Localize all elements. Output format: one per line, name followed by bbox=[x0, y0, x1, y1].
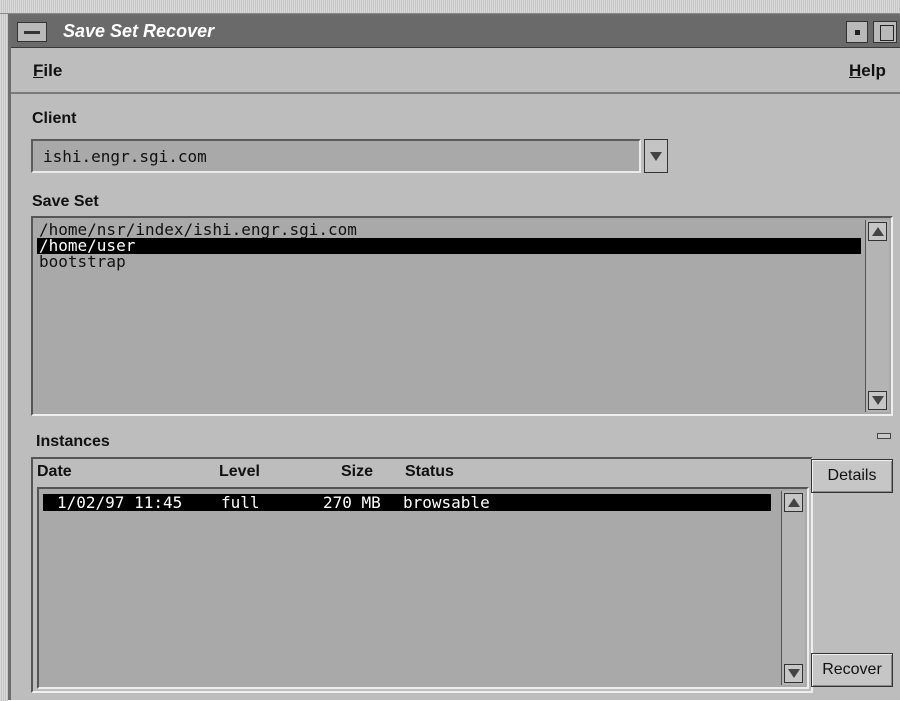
menu-bar: File Help bbox=[11, 49, 900, 94]
instances-header: Date Level Size Status bbox=[33, 459, 811, 487]
title-bar[interactable]: Save Set Recover bbox=[11, 16, 900, 48]
instance-date: 1/02/97 11:45 bbox=[57, 493, 183, 512]
details-button[interactable]: Details bbox=[811, 459, 893, 493]
triangle-down-icon bbox=[788, 669, 800, 678]
save-set-rows: /home/nsr/index/ishi.engr.sgi.com/home/u… bbox=[37, 222, 861, 410]
triangle-up-icon bbox=[872, 227, 884, 236]
client-field[interactable]: ishi.engr.sgi.com bbox=[31, 139, 641, 173]
save-set-recover-window: Save Set Recover File Help Client ishi.e… bbox=[8, 14, 900, 700]
window-menu-icon[interactable] bbox=[17, 22, 47, 42]
scroll-up-button[interactable] bbox=[784, 493, 803, 512]
triangle-down-icon bbox=[650, 152, 662, 161]
menu-file[interactable]: File bbox=[33, 61, 62, 81]
maximize-icon[interactable] bbox=[873, 21, 897, 43]
save-set-item[interactable]: /home/user bbox=[37, 238, 861, 254]
save-set-item[interactable]: bootstrap bbox=[37, 254, 861, 270]
menu-help-mnemonic: H bbox=[849, 61, 862, 80]
menu-file-mnemonic: F bbox=[33, 61, 44, 80]
pane-sash-handle[interactable] bbox=[877, 433, 891, 439]
save-set-scrollbar[interactable] bbox=[865, 220, 889, 412]
instance-level: full bbox=[221, 493, 260, 512]
client-dropdown-button[interactable] bbox=[644, 139, 668, 173]
scroll-down-button[interactable] bbox=[784, 664, 803, 683]
instances-list[interactable]: 1/02/97 11:45 full 270 MB browsable bbox=[37, 487, 809, 689]
minimize-icon[interactable] bbox=[846, 21, 868, 43]
save-set-list[interactable]: /home/nsr/index/ishi.engr.sgi.com/home/u… bbox=[31, 216, 893, 416]
instances-scrollbar[interactable] bbox=[781, 491, 805, 685]
scroll-down-button[interactable] bbox=[868, 391, 887, 410]
client-label: Client bbox=[32, 110, 77, 127]
column-header-size[interactable]: Size bbox=[341, 463, 373, 481]
instances-panel: Date Level Size Status 1/02/97 11:45 full… bbox=[31, 457, 813, 693]
menu-help-label: elp bbox=[861, 61, 886, 80]
save-set-item[interactable]: /home/nsr/index/ishi.engr.sgi.com bbox=[37, 222, 861, 238]
save-set-label: Save Set bbox=[32, 193, 99, 210]
column-header-level[interactable]: Level bbox=[219, 463, 260, 481]
menu-help[interactable]: Help bbox=[849, 61, 886, 81]
triangle-down-icon bbox=[872, 396, 884, 405]
scroll-up-button[interactable] bbox=[868, 222, 887, 241]
window-frame-left bbox=[0, 14, 8, 701]
instances-label: Instances bbox=[36, 433, 110, 450]
instance-status: browsable bbox=[403, 493, 490, 512]
menu-file-label: ile bbox=[43, 61, 63, 80]
window-title: Save Set Recover bbox=[63, 21, 215, 41]
instance-size: 270 MB bbox=[323, 493, 381, 512]
column-header-date[interactable]: Date bbox=[37, 463, 72, 481]
window-frame-top bbox=[0, 0, 900, 14]
instance-row[interactable]: 1/02/97 11:45 full 270 MB browsable bbox=[43, 494, 771, 511]
triangle-up-icon bbox=[788, 498, 800, 507]
recover-button[interactable]: Recover bbox=[811, 653, 893, 687]
column-header-status[interactable]: Status bbox=[405, 463, 454, 481]
